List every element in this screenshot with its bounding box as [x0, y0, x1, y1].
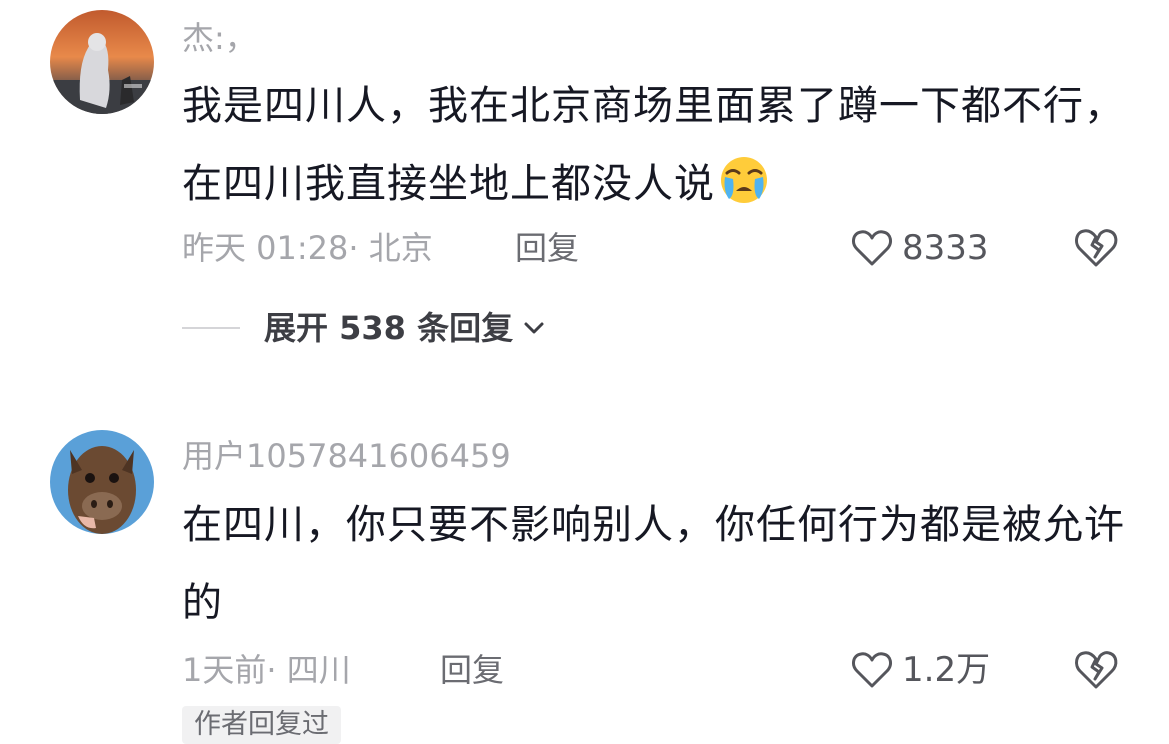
- comment-text-content: 我是四川人，我在北京商场里面累了蹲一下都不行，在四川我直接坐地上都没人说: [182, 83, 1125, 207]
- like-count: 1.2万: [902, 650, 991, 690]
- comment-meta: 1天前· 四川: [182, 654, 351, 686]
- like-button[interactable]: 1.2万: [850, 646, 990, 694]
- crying-face-emoji: [721, 157, 767, 203]
- expand-replies-label: 展开 538 条回复: [264, 309, 514, 347]
- comment-location: · 四川: [266, 651, 351, 689]
- chevron-down-icon: [524, 322, 544, 334]
- expand-divider-line: [182, 327, 240, 329]
- comment-item: 杰:， 我是四川人，我在北京商场里面累了蹲一下都不行，在四川我直接坐地上都没人说…: [0, 0, 1169, 380]
- comment-text: 我是四川人，我在北京商场里面累了蹲一下都不行，在四川我直接坐地上都没人说: [182, 67, 1132, 223]
- reply-button[interactable]: 回复: [440, 654, 504, 686]
- author-replied-badge: 作者回复过: [182, 706, 341, 744]
- user-avatar[interactable]: [50, 430, 154, 534]
- like-button[interactable]: 8333: [850, 224, 989, 272]
- comment-username[interactable]: 杰:，: [182, 22, 257, 54]
- comment-text: 在四川，你只要不影响别人，你任何行为都是被允许的: [182, 502, 1125, 626]
- comment-time: 昨天 01:28: [182, 229, 349, 267]
- comment-meta: 昨天 01:28· 北京: [182, 232, 433, 264]
- reply-button[interactable]: 回复: [515, 232, 579, 264]
- like-count: 8333: [902, 228, 989, 268]
- comment-time: 1天前: [182, 651, 267, 689]
- user-avatar[interactable]: [50, 10, 154, 114]
- broken-heart-icon[interactable]: [1072, 646, 1120, 694]
- comment-item: 用户1057841606459 在四川，你只要不影响别人，你任何行为都是被允许的…: [0, 420, 1169, 744]
- expand-replies-button[interactable]: 展开 538 条回复: [182, 312, 547, 344]
- comment-location: · 北京: [348, 229, 433, 267]
- heart-outline-icon: [852, 652, 892, 688]
- comment-username[interactable]: 用户1057841606459: [182, 440, 511, 472]
- broken-heart-icon[interactable]: [1072, 224, 1120, 272]
- heart-outline-icon: [852, 230, 892, 266]
